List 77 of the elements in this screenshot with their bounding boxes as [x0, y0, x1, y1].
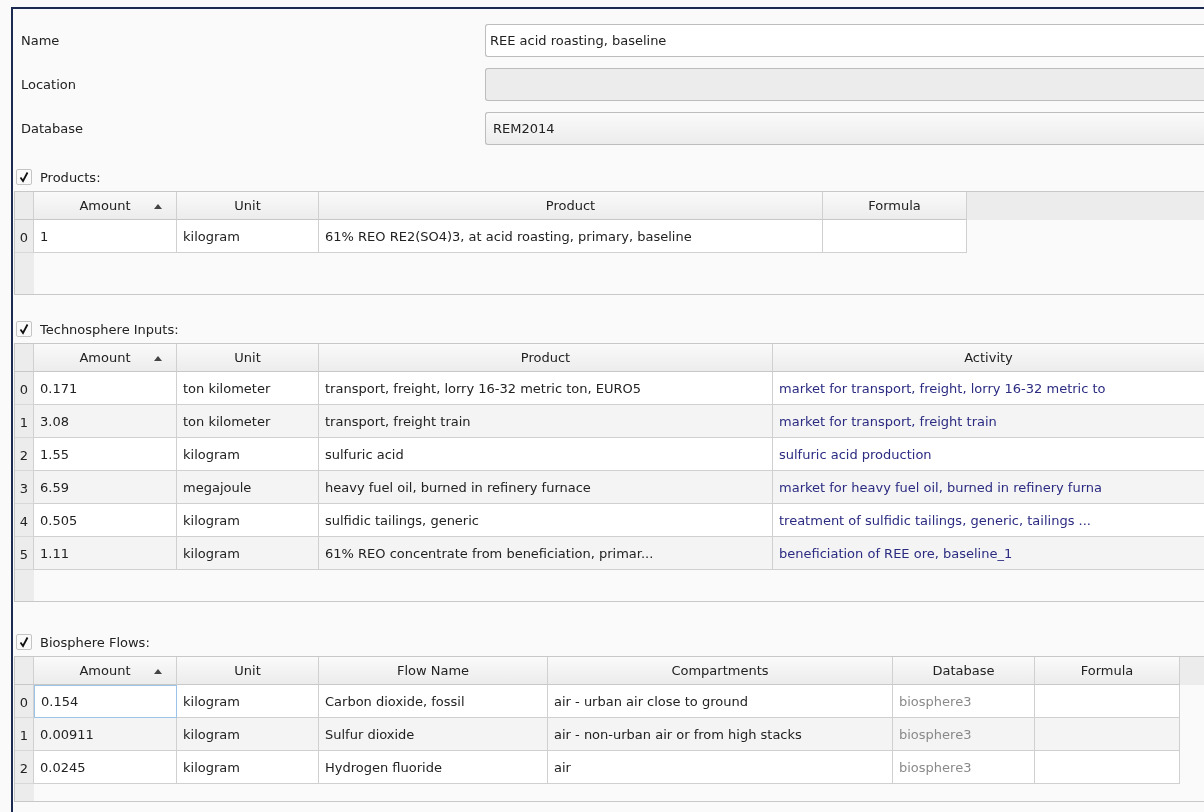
column-header[interactable]: Amount: [34, 657, 177, 685]
table-cell: ton kilometer: [177, 372, 319, 405]
column-header[interactable]: Formula: [1035, 657, 1180, 685]
table-cell: 1: [34, 220, 177, 253]
column-header[interactable]: Database: [893, 657, 1035, 685]
column-header[interactable]: Unit: [177, 344, 319, 372]
table-cell: 61% REO concentrate from beneficiation, primar...: [319, 537, 773, 570]
table-cell: sulfidic tailings, generic: [319, 504, 773, 537]
row-number: 1: [15, 718, 34, 751]
table-cell: ton kilometer: [177, 405, 319, 438]
table-cell[interactable]: market for transport, freight, lorry 16-32 metric to: [773, 372, 1204, 405]
table-cell: heavy fuel oil, burned in refinery furnace: [319, 471, 773, 504]
table-cell: 0.505: [34, 504, 177, 537]
table-cell[interactable]: treatment of sulfidic tailings, generic, tailings ...: [773, 504, 1204, 537]
table-cell: kilogram: [177, 685, 319, 718]
input-field[interactable]: REE acid roasting, baseline: [485, 24, 1204, 57]
row-number: 2: [15, 751, 34, 784]
row-number: 5: [15, 537, 34, 570]
table-cell: 3.08: [34, 405, 177, 438]
table-cell[interactable]: beneficiation of REE ore, baseline_1: [773, 537, 1204, 570]
table-cell: 6.59: [34, 471, 177, 504]
table-cell: kilogram: [177, 438, 319, 471]
table-cell[interactable]: market for heavy fuel oil, burned in refinery furna: [773, 471, 1204, 504]
table-cell: kilogram: [177, 537, 319, 570]
table-cell: biosphere3: [893, 718, 1035, 751]
section-title: Products:: [40, 169, 101, 185]
table-cell: 0.00911: [34, 718, 177, 751]
column-header[interactable]: Flow Name: [319, 657, 548, 685]
table-cell: 0.0245: [34, 751, 177, 784]
table-cell: air - non-urban air or from high stacks: [548, 718, 893, 751]
row-number: 3: [15, 471, 34, 504]
checkbox[interactable]: [16, 169, 32, 185]
table-cell: 0.171: [34, 372, 177, 405]
column-header[interactable]: Product: [319, 192, 823, 220]
checkbox[interactable]: [16, 321, 32, 337]
header-filler: [1180, 657, 1204, 685]
column-header[interactable]: Unit: [177, 657, 319, 685]
table-cell: Carbon dioxide, fossil: [319, 685, 548, 718]
column-header[interactable]: Unit: [177, 192, 319, 220]
field-label: Name: [20, 33, 61, 48]
row-number: 0: [15, 685, 34, 718]
table-cell: air: [548, 751, 893, 784]
table-cell: kilogram: [177, 504, 319, 537]
table-cell: biosphere3: [893, 685, 1035, 718]
checkbox[interactable]: [16, 634, 32, 650]
field-label: Database: [20, 121, 85, 136]
table-cell: kilogram: [177, 718, 319, 751]
table-cell: 1.11: [34, 537, 177, 570]
column-header[interactable]: Amount: [34, 344, 177, 372]
column-header[interactable]: Formula: [823, 192, 967, 220]
row-number: 0: [15, 372, 34, 405]
column-header[interactable]: Product: [319, 344, 773, 372]
table-cell: megajoule: [177, 471, 319, 504]
table-cell: transport, freight, lorry 16-32 metric ton, EURO5: [319, 372, 773, 405]
row-number: 4: [15, 504, 34, 537]
section-title: Biosphere Flows:: [40, 634, 150, 650]
table-cell: 1.55: [34, 438, 177, 471]
row-number: 1: [15, 405, 34, 438]
table-cell: Hydrogen fluoride: [319, 751, 548, 784]
table-cell: kilogram: [177, 220, 319, 253]
table-cell[interactable]: market for transport, freight train: [773, 405, 1204, 438]
dropdown-field[interactable]: REM2014: [485, 112, 1204, 145]
table-cell: kilogram: [177, 751, 319, 784]
table-cell: sulfuric acid: [319, 438, 773, 471]
row-number: 0: [15, 220, 34, 253]
table-cell: 0.154: [34, 685, 177, 718]
section-title: Technosphere Inputs:: [40, 321, 179, 337]
table-cell[interactable]: sulfuric acid production: [773, 438, 1204, 471]
table-cell: air - urban air close to ground: [548, 685, 893, 718]
column-header[interactable]: Compartments: [548, 657, 893, 685]
table-cell: transport, freight train: [319, 405, 773, 438]
table-cell: biosphere3: [893, 751, 1035, 784]
table-cell: 61% REO RE2(SO4)3, at acid roasting, primary, baseline: [319, 220, 823, 253]
row-number: 2: [15, 438, 34, 471]
column-header[interactable]: Amount: [34, 192, 177, 220]
table-cell: Sulfur dioxide: [319, 718, 548, 751]
field-label: Location: [20, 77, 77, 92]
